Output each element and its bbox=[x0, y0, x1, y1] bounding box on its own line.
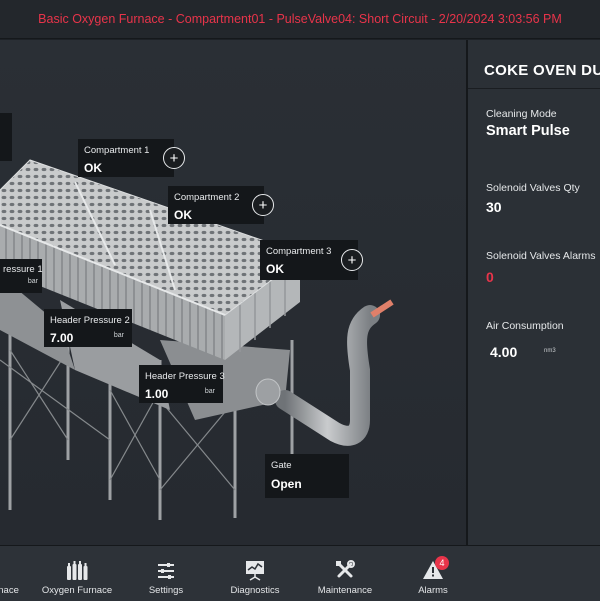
header-pressure-2-card[interactable]: Header Pressure 2 7.00 bar bbox=[44, 309, 132, 347]
header-pressure-1-card[interactable]: ressure 1 bar bbox=[0, 259, 43, 293]
compartment-1-expand-button[interactable]: + bbox=[163, 147, 185, 169]
compartment-1-status: OK bbox=[84, 161, 102, 175]
air-consumption-unit: nm3 bbox=[544, 348, 556, 354]
compartment-2-status: OK bbox=[174, 208, 192, 222]
nav-item-label: Oxygen Furnace bbox=[41, 585, 113, 596]
panel-title: COKE OVEN DUS bbox=[484, 62, 600, 79]
header-pressure-2-unit: bar bbox=[113, 332, 124, 339]
header-pressure-3-card[interactable]: Header Pressure 3 1.00 bar bbox=[139, 365, 225, 403]
baghouse-illustration bbox=[0, 159, 394, 520]
compartment-2-title: Compartment 2 bbox=[174, 192, 240, 203]
solenoid-qty-value: 30 bbox=[486, 199, 502, 215]
header-pressure-1-unit: bar bbox=[27, 278, 38, 285]
solenoid-alarms-label: Solenoid Valves Alarms bbox=[486, 250, 596, 262]
monitor-chart-icon bbox=[246, 561, 264, 581]
compartment-2-card[interactable]: Compartment 2 OK bbox=[168, 186, 264, 224]
tools-icon bbox=[336, 560, 355, 578]
gate-card[interactable]: Gate Open bbox=[265, 454, 349, 498]
compartment-1-title: Compartment 1 bbox=[84, 145, 150, 156]
gate-status: Open bbox=[271, 477, 302, 491]
sliders-icon bbox=[158, 563, 174, 579]
nav-item-settings[interactable]: Settings bbox=[140, 546, 192, 601]
header-pressure-2-title: Header Pressure 2 bbox=[50, 315, 130, 326]
header-pressure-3-title: Header Pressure 3 bbox=[145, 371, 225, 382]
alarm-banner-text: Basic Oxygen Furnace - Compartment01 - P… bbox=[38, 12, 562, 26]
left-info-card[interactable] bbox=[0, 113, 12, 161]
compartment-3-expand-button[interactable]: + bbox=[341, 249, 363, 271]
air-consumption-label: Air Consumption bbox=[486, 320, 564, 332]
air-consumption-value: 4.00 bbox=[490, 344, 518, 360]
cleaning-mode-value: Smart Pulse bbox=[486, 123, 570, 139]
nav-item-diagnostics[interactable]: Diagnostics bbox=[222, 546, 288, 601]
cleaning-mode-label: Cleaning Mode bbox=[486, 108, 557, 120]
nav-item-label: Maintenance bbox=[317, 585, 373, 596]
alarms-count-badge: 4 bbox=[435, 556, 449, 570]
nav-item-label: Settings bbox=[148, 585, 184, 596]
nav-item-maintenance[interactable]: Maintenance bbox=[312, 546, 378, 601]
solenoid-alarms-value: 0 bbox=[486, 269, 494, 285]
solenoid-qty-label: Solenoid Valves Qty bbox=[486, 182, 580, 194]
compartment-2-expand-button[interactable]: + bbox=[252, 194, 274, 216]
header-pressure-3-unit: bar bbox=[204, 388, 215, 395]
alarm-banner[interactable]: Basic Oxygen Furnace - Compartment01 - P… bbox=[0, 0, 600, 39]
compartment-3-status: OK bbox=[266, 262, 284, 276]
gate-title: Gate bbox=[271, 460, 292, 471]
panel-title-divider bbox=[468, 88, 600, 89]
nav-item-oxygen-furnace[interactable]: Oxygen Furnace bbox=[38, 546, 116, 601]
nav-item-label: rnace bbox=[0, 585, 19, 596]
nav-item-label: Diagnostics bbox=[230, 585, 280, 596]
bottom-nav: rnace Oxygen Furnace bbox=[0, 545, 600, 601]
nav-item-alarms[interactable]: Alarms 4 bbox=[408, 546, 458, 601]
compartment-1-card[interactable]: Compartment 1 OK bbox=[78, 139, 174, 177]
info-panel: COKE OVEN DUS Cleaning Mode Smart Pulse … bbox=[468, 40, 600, 545]
cylinders-icon bbox=[67, 561, 88, 580]
compartment-3-title: Compartment 3 bbox=[266, 246, 332, 257]
baghouse-scene bbox=[0, 40, 466, 545]
header-pressure-1-title: ressure 1 bbox=[3, 264, 43, 275]
nav-item-furnace[interactable]: rnace bbox=[0, 546, 20, 601]
nav-item-label: Alarms bbox=[418, 585, 448, 596]
